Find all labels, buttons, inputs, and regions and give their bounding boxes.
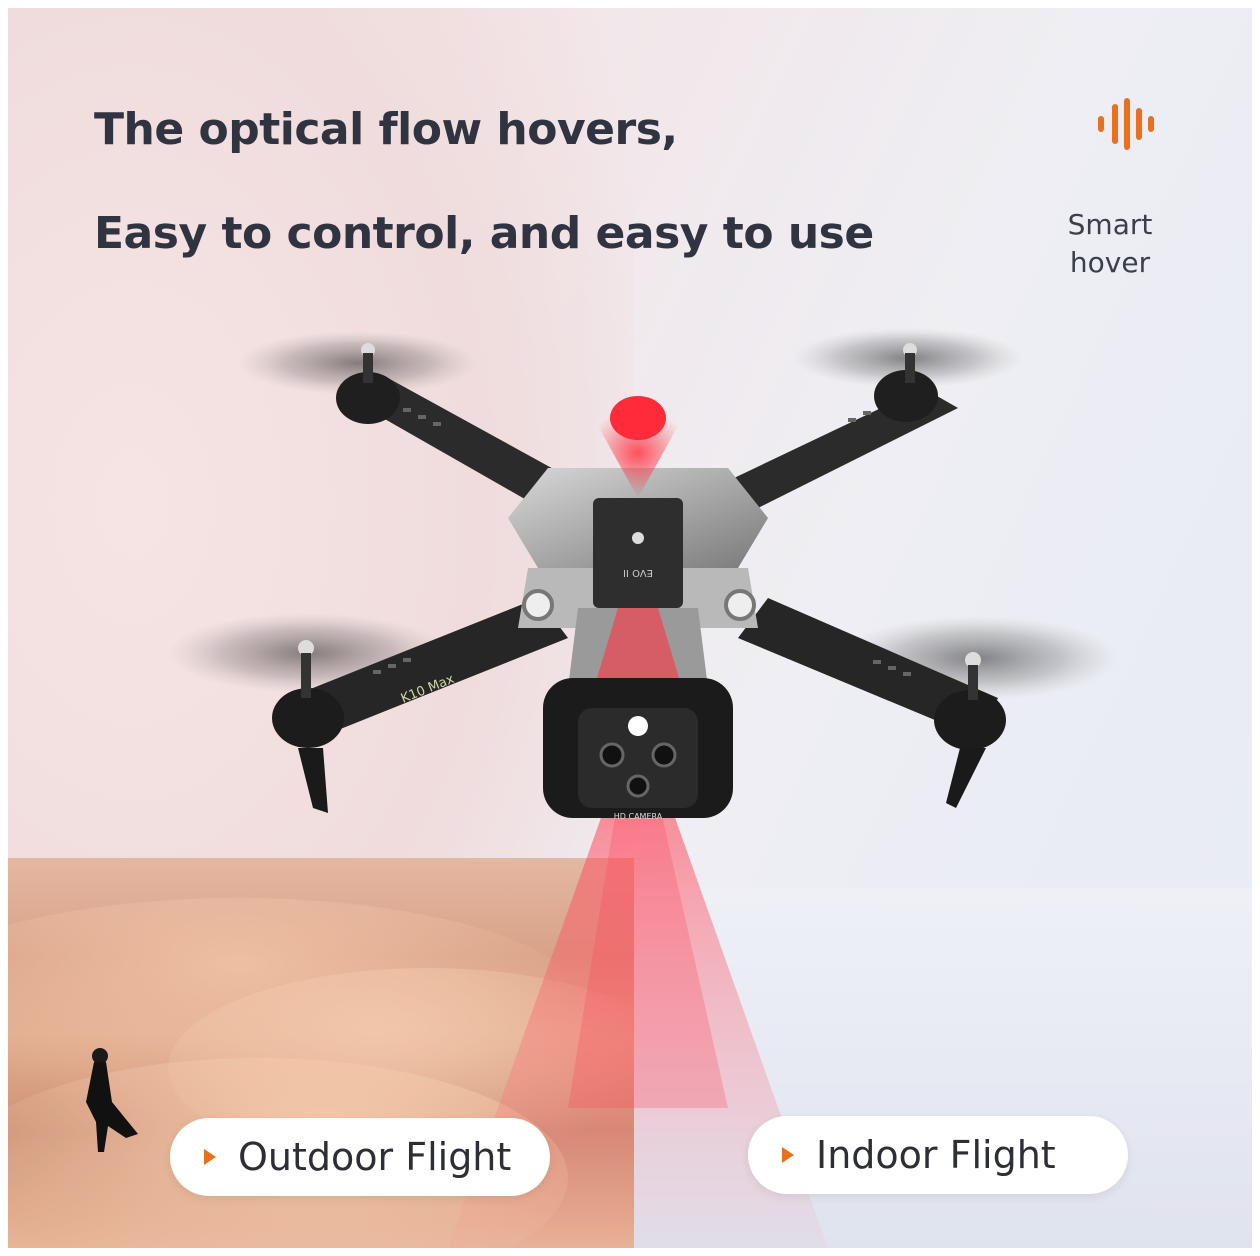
- outdoor-flight-label: Outdoor Flight: [238, 1135, 512, 1179]
- play-arrow-icon: [204, 1149, 216, 1165]
- sensor-label: EVO II: [623, 567, 653, 578]
- headline-line-2: Easy to control, and easy to use: [94, 208, 874, 259]
- drone-illustration: K10 Max EVO II HD CAMERA: [168, 328, 1118, 821]
- camera-label: HD CAMERA: [614, 812, 663, 821]
- outdoor-flight-badge: Outdoor Flight: [170, 1118, 550, 1196]
- indoor-flight-label: Indoor Flight: [816, 1133, 1056, 1177]
- indoor-flight-badge: Indoor Flight: [748, 1116, 1128, 1194]
- camera-lens: [626, 774, 650, 798]
- product-banner: The optical flow hovers, Easy to control…: [8, 8, 1252, 1248]
- sensor-module: [593, 498, 683, 608]
- smart-hover-label: Smart hover: [1067, 208, 1153, 279]
- camera-lens: [599, 742, 625, 768]
- person-silhouette: [86, 1048, 138, 1152]
- headline-line-1: The optical flow hovers,: [94, 104, 678, 155]
- sound-wave-icon: [1098, 98, 1154, 150]
- camera-lens: [651, 742, 677, 768]
- play-arrow-icon: [782, 1147, 794, 1163]
- camera-light: [628, 716, 648, 736]
